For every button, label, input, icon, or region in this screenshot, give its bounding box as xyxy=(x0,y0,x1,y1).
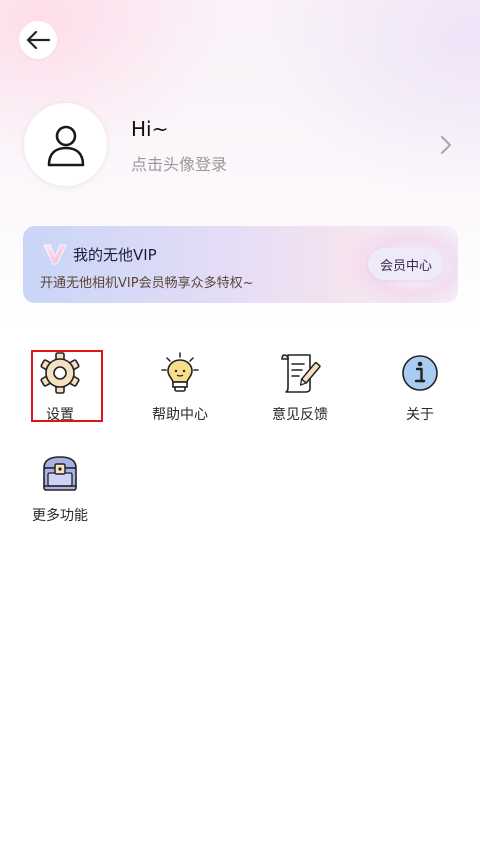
menu-label-more-features: 更多功能 xyxy=(32,508,88,524)
greeting-text: Hi~ xyxy=(131,117,169,141)
profile-chevron-button[interactable] xyxy=(436,133,456,157)
scroll-pen-icon xyxy=(278,351,322,395)
info-icon xyxy=(398,351,442,395)
menu-item-about[interactable]: 关于 xyxy=(372,351,468,429)
back-button[interactable] xyxy=(19,21,57,59)
login-hint[interactable]: 点击头像登录 xyxy=(131,151,227,175)
menu-label-feedback: 意见反馈 xyxy=(272,407,328,423)
menu-item-more-features[interactable]: 更多功能 xyxy=(12,452,108,530)
lightbulb-icon xyxy=(158,351,202,395)
vip-v-icon xyxy=(43,244,67,265)
arrow-left-icon xyxy=(26,30,51,50)
settings-highlight-box xyxy=(31,350,103,422)
vip-title: 我的无他VIP xyxy=(73,246,157,264)
treasure-chest-icon xyxy=(38,452,82,496)
menu-label-help-center: 帮助中心 xyxy=(152,407,208,423)
user-icon xyxy=(47,125,84,166)
menu-item-help-center[interactable]: 帮助中心 xyxy=(132,351,228,429)
chevron-right-icon xyxy=(441,136,451,154)
menu-item-feedback[interactable]: 意见反馈 xyxy=(252,351,348,429)
vip-banner[interactable]: 我的无他VIP 开通无他相机VIP会员畅享众多特权~ 会员中心 xyxy=(23,226,458,303)
member-center-button[interactable]: 会员中心 xyxy=(368,248,444,280)
menu-label-about: 关于 xyxy=(406,407,434,423)
vip-subtitle: 开通无他相机VIP会员畅享众多特权~ xyxy=(40,276,254,291)
avatar[interactable] xyxy=(24,103,107,186)
